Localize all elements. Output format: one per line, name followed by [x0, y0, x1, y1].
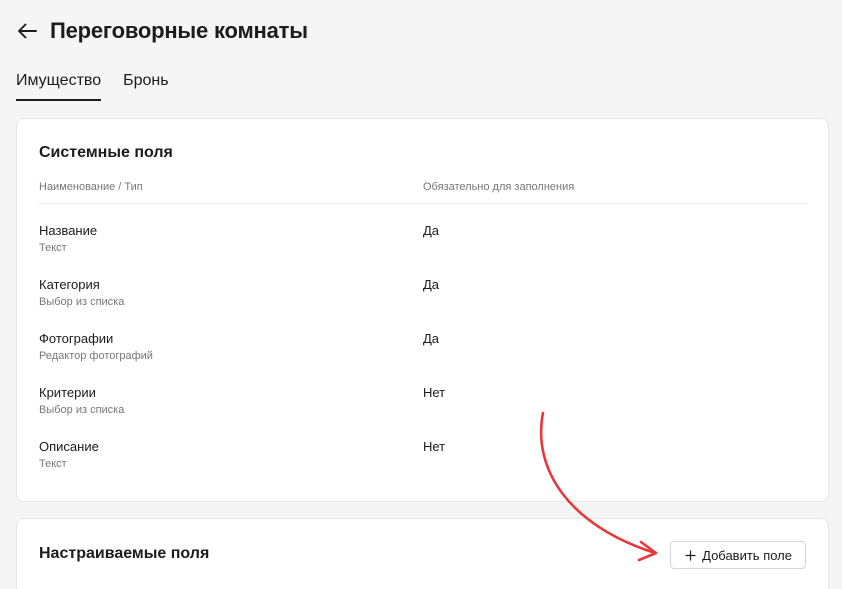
plus-icon — [685, 550, 696, 561]
field-required: Нет — [423, 385, 446, 400]
field-type: Текст — [39, 458, 67, 470]
arrow-left-icon — [18, 23, 37, 39]
page: Переговорные комнаты Имущество Бронь Сис… — [0, 0, 842, 589]
field-type: Редактор фотографий — [39, 350, 153, 362]
add-field-button[interactable]: Добавить поле — [670, 541, 806, 569]
field-name: Название — [39, 223, 98, 238]
column-header-required: Обязательно для заполнения — [423, 181, 575, 193]
column-header-name-type: Наименование / Тип — [39, 181, 143, 193]
system-fields-card: Системные поля Наименование / Тип Обязат… — [16, 118, 829, 502]
table-row: Критерии Выбор из списка Нет — [39, 385, 808, 439]
field-required: Нет — [423, 439, 446, 454]
tabs: Имущество Бронь — [16, 64, 169, 101]
field-required: Да — [423, 331, 440, 346]
field-type: Выбор из списка — [39, 404, 125, 416]
table-row: Категория Выбор из списка Да — [39, 277, 808, 331]
custom-fields-card: Настраиваемые поля Добавить поле — [16, 518, 829, 589]
field-name: Фотографии — [39, 331, 114, 346]
add-field-button-label: Добавить поле — [702, 547, 792, 563]
field-name: Описание — [39, 439, 99, 454]
table-row: Название Текст Да — [39, 223, 808, 277]
table-row: Описание Текст Нет — [39, 439, 808, 493]
field-type: Выбор из списка — [39, 296, 125, 308]
page-title: Переговорные комнаты — [50, 18, 308, 43]
header-divider — [39, 203, 808, 204]
tab-booking[interactable]: Бронь — [123, 64, 168, 101]
field-required: Да — [423, 277, 440, 292]
table-row: Фотографии Редактор фотографий Да — [39, 331, 808, 385]
system-fields-title: Системные поля — [39, 144, 173, 161]
field-required: Да — [423, 223, 440, 238]
field-name: Категория — [39, 277, 100, 292]
back-button[interactable] — [16, 20, 38, 42]
page-header: Переговорные комнаты — [16, 18, 308, 44]
field-name: Критерии — [39, 385, 96, 400]
field-type: Текст — [39, 242, 67, 254]
tab-property[interactable]: Имущество — [16, 64, 102, 101]
custom-fields-title: Настраиваемые поля — [39, 545, 210, 562]
